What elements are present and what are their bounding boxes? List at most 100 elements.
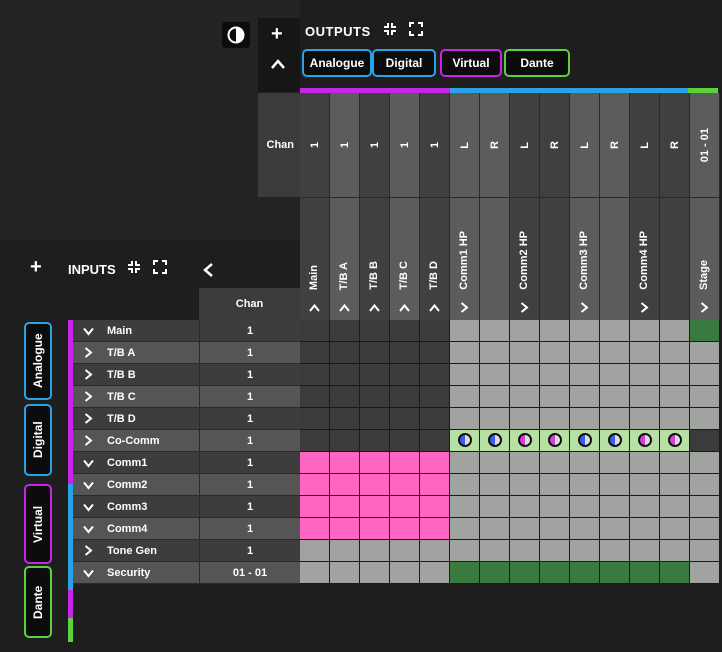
crosspoint-cell[interactable]	[420, 364, 450, 386]
crosspoint-cell[interactable]	[420, 408, 450, 430]
crosspoint-cell[interactable]	[450, 474, 480, 496]
input-tab-virtual[interactable]: Virtual	[24, 484, 52, 564]
output-tab-virtual[interactable]: Virtual	[440, 49, 502, 77]
chevron-down-icon[interactable]	[83, 524, 101, 534]
crosspoint-cell[interactable]	[540, 496, 570, 518]
crosspoint-cell[interactable]	[570, 452, 600, 474]
input-row-label[interactable]: Comm1	[73, 452, 199, 474]
crosspoint-cell[interactable]	[600, 474, 630, 496]
chevron-right-icon[interactable]	[699, 302, 709, 316]
crosspoint-cell[interactable]	[630, 342, 660, 364]
crosspoint-cell[interactable]	[480, 496, 510, 518]
crosspoint-cell[interactable]	[630, 364, 660, 386]
crosspoint-cell[interactable]	[420, 320, 450, 342]
crosspoint-cell[interactable]	[390, 430, 420, 452]
chevron-right-icon[interactable]	[83, 391, 101, 402]
crosspoint-cell[interactable]	[420, 430, 450, 452]
expand-all-outputs-icon[interactable]	[408, 22, 423, 39]
output-tab-dante[interactable]: Dante	[504, 49, 570, 77]
output-col-header[interactable]: Comm4 HP	[630, 197, 660, 320]
crosspoint-cell[interactable]	[570, 496, 600, 518]
crosspoint-cell[interactable]	[600, 364, 630, 386]
input-row-label[interactable]: T/B D	[73, 408, 199, 430]
input-row-label[interactable]: Tone Gen	[73, 540, 199, 562]
crosspoint-cell[interactable]	[570, 408, 600, 430]
crosspoint-cell[interactable]	[570, 518, 600, 540]
crosspoint-cell[interactable]	[600, 430, 630, 452]
crosspoint-cell[interactable]	[330, 540, 360, 562]
crosspoint-cell[interactable]	[300, 562, 330, 584]
crosspoint-cell[interactable]	[570, 430, 600, 452]
crosspoint-cell[interactable]	[630, 562, 660, 584]
output-tab-digital[interactable]: Digital	[372, 49, 436, 77]
input-row-label[interactable]: T/B B	[73, 364, 199, 386]
crosspoint-cell[interactable]	[300, 496, 330, 518]
crosspoint-cell[interactable]	[630, 474, 660, 496]
crosspoint-cell[interactable]	[540, 408, 570, 430]
crosspoint-cell[interactable]	[330, 342, 360, 364]
crosspoint-cell[interactable]	[630, 452, 660, 474]
crosspoint-cell[interactable]	[630, 518, 660, 540]
output-col-header[interactable]: Comm2 HP	[510, 197, 540, 320]
output-col-header[interactable]: T/B A	[330, 197, 360, 320]
crosspoint-cell[interactable]	[480, 386, 510, 408]
crosspoint-cell[interactable]	[390, 320, 420, 342]
crosspoint-cell[interactable]	[540, 518, 570, 540]
crosspoint-cell[interactable]	[360, 320, 390, 342]
output-col-header[interactable]: Main	[300, 197, 330, 320]
crosspoint-cell[interactable]	[330, 408, 360, 430]
crosspoint-cell[interactable]	[300, 386, 330, 408]
input-row-label[interactable]: Main	[73, 320, 199, 342]
crosspoint-cell[interactable]	[420, 518, 450, 540]
crosspoint-cell[interactable]	[480, 474, 510, 496]
crosspoint-cell[interactable]	[360, 540, 390, 562]
crosspoint-cell[interactable]	[690, 408, 720, 430]
crosspoint-cell[interactable]	[450, 320, 480, 342]
crosspoint-cell[interactable]	[630, 496, 660, 518]
crosspoint-cell[interactable]	[630, 320, 660, 342]
crosspoint-cell[interactable]	[420, 496, 450, 518]
crosspoint-cell[interactable]	[510, 518, 540, 540]
crosspoint-cell[interactable]	[690, 320, 720, 342]
crosspoint-cell[interactable]	[300, 474, 330, 496]
crosspoint-cell[interactable]	[450, 496, 480, 518]
crosspoint-cell[interactable]	[660, 320, 690, 342]
crosspoint-cell[interactable]	[690, 364, 720, 386]
crosspoint-cell[interactable]	[510, 320, 540, 342]
crosspoint-cell[interactable]	[330, 496, 360, 518]
chevron-right-icon[interactable]	[519, 302, 529, 316]
add-input-button[interactable]: +	[30, 257, 42, 277]
collapse-inputs-button[interactable]	[202, 262, 214, 281]
crosspoint-cell[interactable]	[690, 430, 720, 452]
crosspoint-cell[interactable]	[390, 408, 420, 430]
crosspoint-cell[interactable]	[690, 562, 720, 584]
crosspoint-cell[interactable]	[690, 342, 720, 364]
crosspoint-cell[interactable]	[300, 364, 330, 386]
crosspoint-cell[interactable]	[420, 540, 450, 562]
crosspoint-cell[interactable]	[360, 430, 390, 452]
crosspoint-cell[interactable]	[420, 386, 450, 408]
crosspoint-cell[interactable]	[390, 496, 420, 518]
crosspoint-cell[interactable]	[480, 342, 510, 364]
output-tab-analogue[interactable]: Analogue	[302, 49, 372, 77]
crosspoint-cell[interactable]	[330, 452, 360, 474]
crosspoint-cell[interactable]	[480, 540, 510, 562]
output-col-header[interactable]: T/B B	[360, 197, 390, 320]
chevron-right-icon[interactable]	[459, 302, 469, 316]
crosspoint-cell[interactable]	[450, 364, 480, 386]
crosspoint-cell[interactable]	[570, 386, 600, 408]
crosspoint-cell[interactable]	[390, 518, 420, 540]
crosspoint-cell[interactable]	[330, 364, 360, 386]
chevron-down-icon[interactable]	[83, 326, 101, 336]
crosspoint-cell[interactable]	[390, 452, 420, 474]
crosspoint-cell[interactable]	[540, 342, 570, 364]
crosspoint-cell[interactable]	[390, 540, 420, 562]
crosspoint-cell[interactable]	[450, 408, 480, 430]
crosspoint-cell[interactable]	[600, 320, 630, 342]
crosspoint-cell[interactable]	[450, 452, 480, 474]
collapse-all-outputs-icon[interactable]	[383, 23, 401, 39]
crosspoint-cell[interactable]	[630, 540, 660, 562]
crosspoint-cell[interactable]	[570, 474, 600, 496]
crosspoint-cell[interactable]	[660, 496, 690, 518]
crosspoint-cell[interactable]	[660, 364, 690, 386]
